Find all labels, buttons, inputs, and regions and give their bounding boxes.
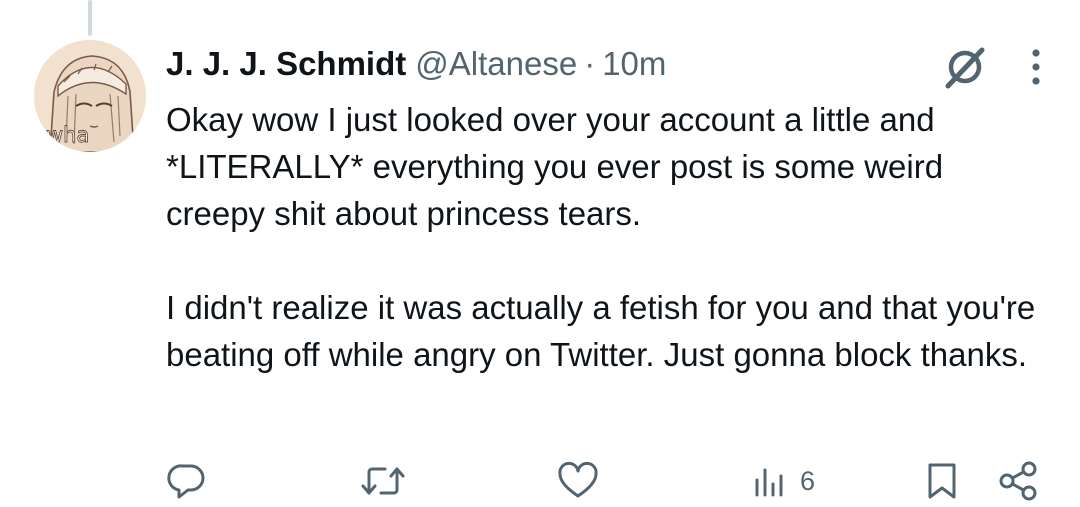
tweet-text: Okay wow I just looked over your account…: [166, 96, 1046, 378]
header-actions: [942, 44, 1042, 90]
separator-dot: ·: [584, 45, 596, 82]
views-icon: [755, 468, 783, 497]
reply-button[interactable]: [166, 456, 208, 506]
heart-icon: [558, 461, 598, 498]
avatar[interactable]: wha: [34, 40, 146, 152]
views-count: 6: [800, 465, 816, 496]
reply-icon: [167, 464, 205, 499]
author-display-name[interactable]: J. J. J. Schmidt: [166, 45, 406, 83]
grok-icon[interactable]: [942, 44, 988, 90]
tweet-header: J. J. J. Schmidt @Altanese · 10m: [166, 42, 666, 86]
bookmark-icon: [928, 463, 956, 499]
thread-connector-line: [88, 0, 92, 36]
tweet-paragraph: I didn't realize it was actually a fetis…: [166, 289, 1036, 373]
share-icon: [999, 461, 1037, 501]
tweet-paragraph: Okay wow I just looked over your account…: [166, 101, 944, 232]
more-icon[interactable]: [1030, 47, 1042, 87]
avatar-image: wha: [34, 40, 146, 152]
action-bar: 6: [0, 456, 1080, 506]
views-button[interactable]: 6: [752, 456, 815, 506]
share-button[interactable]: [996, 456, 1040, 506]
repost-button[interactable]: [360, 456, 406, 506]
avatar-caption: wha: [46, 123, 89, 147]
repost-icon: [361, 467, 405, 495]
author-handle[interactable]: @Altanese: [415, 45, 577, 83]
timestamp[interactable]: 10m: [602, 45, 666, 83]
bookmark-button[interactable]: [922, 456, 962, 506]
like-button[interactable]: [556, 456, 600, 506]
